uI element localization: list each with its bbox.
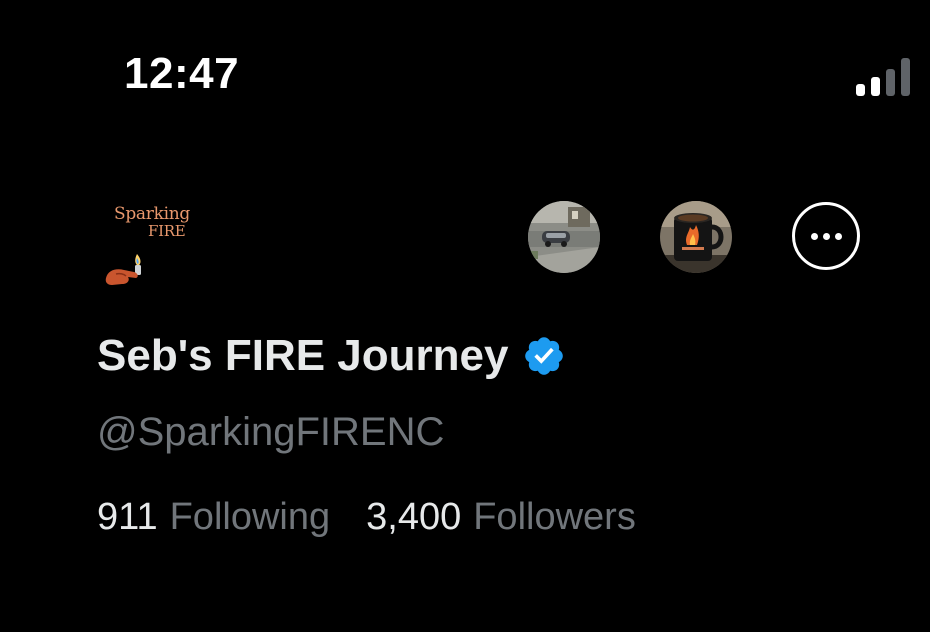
profile-avatar-logo[interactable]: Sparking FIRE [100, 200, 204, 290]
verified-badge-icon[interactable] [522, 334, 566, 378]
more-options-icon-dot [834, 232, 842, 240]
display-name-row: Seb's FIRE Journey [97, 330, 566, 382]
more-options-button[interactable] [792, 202, 860, 270]
more-options-icon-dot [822, 232, 830, 240]
following-label: Following [169, 496, 331, 538]
cellular-signal-icon [856, 58, 914, 96]
lighter-hand-icon [105, 254, 141, 285]
mutual-follower-avatar[interactable] [528, 201, 600, 273]
follow-stats: 911 Following 3,400 Followers [97, 494, 636, 540]
followers-count: 3,400 [366, 496, 462, 538]
status-time: 12:47 [124, 49, 240, 98]
followers-label: Followers [473, 496, 636, 538]
mug-photo-avatar[interactable] [660, 201, 732, 273]
following-link[interactable]: 911 Following [97, 494, 330, 540]
following-count: 911 [97, 496, 158, 538]
followers-link[interactable]: 3,400 Followers [366, 494, 636, 540]
display-name: Seb's FIRE Journey [97, 331, 509, 380]
logo-wordmark: Sparking FIRE [114, 204, 190, 240]
more-options-icon [810, 232, 818, 240]
profile-handle: @SparkingFIRENC [97, 410, 445, 454]
